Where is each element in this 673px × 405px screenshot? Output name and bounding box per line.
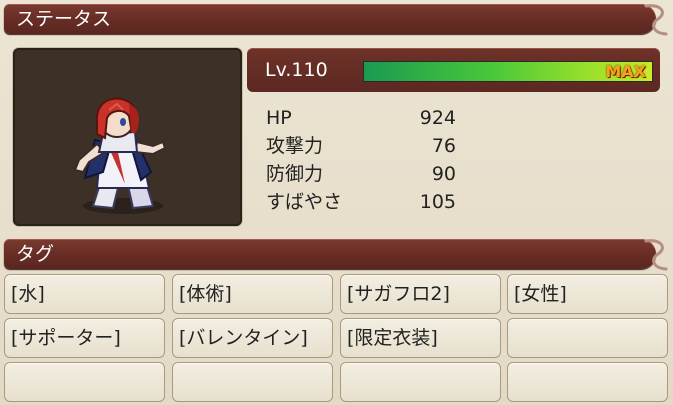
stat-row-hp: HP 924: [266, 104, 456, 132]
stat-label: 攻撃力: [266, 135, 324, 157]
tags-header-title: タグ: [16, 243, 55, 265]
character-portrait: [13, 48, 242, 226]
scroll-curl-icon: [644, 4, 668, 36]
exp-gauge: MAX: [363, 61, 653, 82]
tag-chip[interactable]: [水]: [4, 274, 165, 314]
tag-chip-empty: [507, 318, 668, 358]
tag-chip-empty: [507, 362, 668, 402]
tag-chip[interactable]: [バレンタイン]: [172, 318, 333, 358]
stats-list: HP 924 攻撃力 76 防御力 90 すばやさ 105: [266, 104, 456, 216]
stat-label: HP: [266, 107, 292, 129]
tag-chip-empty: [4, 362, 165, 402]
tag-chip[interactable]: [サガフロ2]: [340, 274, 501, 314]
stat-label: すばやさ: [266, 191, 343, 213]
level-label: Lv.110: [265, 59, 328, 81]
tag-chip-empty: [172, 362, 333, 402]
stat-value: 90: [431, 163, 456, 185]
stat-value: 105: [419, 191, 456, 213]
tag-chip[interactable]: [サポーター]: [4, 318, 165, 358]
status-header: ステータス: [4, 4, 668, 36]
tag-chip[interactable]: [体術]: [172, 274, 333, 314]
status-header-title: ステータス: [16, 8, 112, 30]
stat-label: 防御力: [266, 163, 324, 185]
stat-value: 76: [431, 135, 456, 157]
stat-row-defense: 防御力 90: [266, 160, 456, 188]
stat-row-attack: 攻撃力 76: [266, 132, 456, 160]
max-badge: MAX: [605, 62, 646, 81]
tag-chip[interactable]: [限定衣装]: [340, 318, 501, 358]
level-bar: Lv.110 MAX: [247, 48, 660, 92]
tag-chip[interactable]: [女性]: [507, 274, 668, 314]
stat-value: 924: [419, 107, 456, 129]
stat-row-speed: すばやさ 105: [266, 188, 456, 216]
tag-chip-empty: [340, 362, 501, 402]
tags-header: タグ: [4, 239, 668, 271]
scroll-curl-icon: [644, 239, 668, 271]
character-sprite: [73, 97, 167, 214]
